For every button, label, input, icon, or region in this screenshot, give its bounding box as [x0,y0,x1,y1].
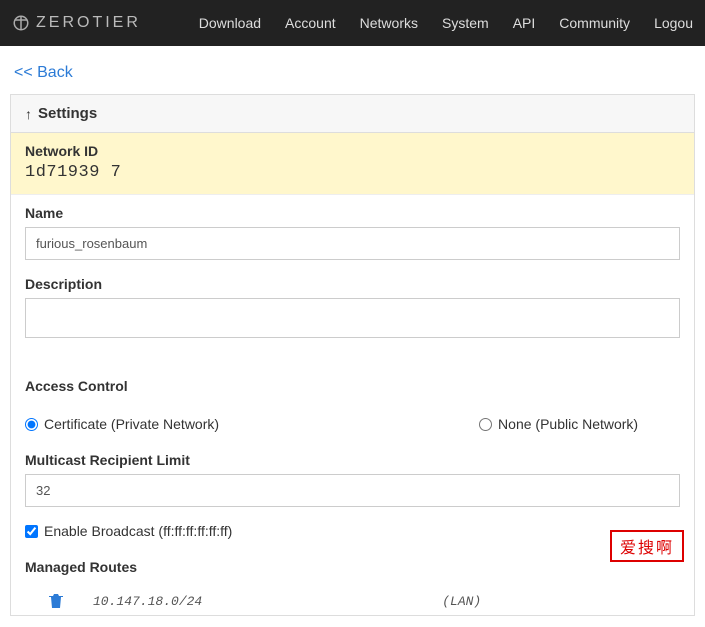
access-control-section: Access Control [11,368,694,406]
route-cidr: 10.147.18.0/24 [93,594,202,609]
settings-heading: Settings [38,105,97,122]
ac-private-label: Certificate (Private Network) [44,416,219,432]
description-input[interactable] [25,298,680,338]
nav-system[interactable]: System [442,15,489,31]
zerotier-icon [12,14,30,32]
nav-download[interactable]: Download [199,15,261,31]
brand-logo[interactable]: ZEROTIER [12,14,141,32]
name-label: Name [25,205,680,221]
description-field: Description [11,266,694,344]
route-row: 10.147.18.0/24 (LAN) [11,587,694,615]
nav-api[interactable]: API [513,15,536,31]
description-label: Description [25,276,680,292]
route-target: (LAN) [442,594,481,609]
collapse-arrow-icon: ↑ [25,106,32,122]
trash-icon[interactable] [49,593,63,609]
multicast-field: Multicast Recipient Limit [11,442,694,513]
nav-community[interactable]: Community [559,15,630,31]
ac-private-radio[interactable] [25,418,38,431]
name-input[interactable] [25,227,680,260]
nav-account[interactable]: Account [285,15,336,31]
topbar: ZEROTIER Download Account Networks Syste… [0,0,705,46]
network-id-label: Network ID [25,143,680,159]
settings-panel: ↑ Settings Network ID 1d71939 7 Name Des… [10,94,695,616]
settings-header[interactable]: ↑ Settings [11,95,694,133]
broadcast-checkbox[interactable] [25,525,38,538]
access-control-options: Certificate (Private Network) None (Publ… [11,406,694,442]
network-id-block: Network ID 1d71939 7 [11,133,694,195]
multicast-label: Multicast Recipient Limit [25,452,680,468]
ac-private-option[interactable]: Certificate (Private Network) [25,416,219,432]
managed-routes-section: Managed Routes [11,549,694,587]
brand-text: ZEROTIER [36,14,141,32]
watermark: 爱搜啊 [610,530,684,562]
network-id-value: 1d71939 7 [25,163,680,182]
nav-logout[interactable]: Logou [654,15,693,31]
ac-public-label: None (Public Network) [498,416,638,432]
broadcast-label: Enable Broadcast (ff:ff:ff:ff:ff:ff) [44,523,232,539]
managed-routes-label: Managed Routes [25,559,680,575]
main-nav: Download Account Networks System API Com… [199,15,693,31]
back-link[interactable]: << Back [0,46,87,94]
access-control-label: Access Control [25,378,680,394]
multicast-input[interactable] [25,474,680,507]
settings-body: Network ID 1d71939 7 Name Description Ac… [11,133,694,615]
broadcast-row: Enable Broadcast (ff:ff:ff:ff:ff:ff) [11,513,694,549]
ac-public-option[interactable]: None (Public Network) [479,416,638,432]
nav-networks[interactable]: Networks [360,15,418,31]
name-field: Name [11,195,694,266]
ac-public-radio[interactable] [479,418,492,431]
